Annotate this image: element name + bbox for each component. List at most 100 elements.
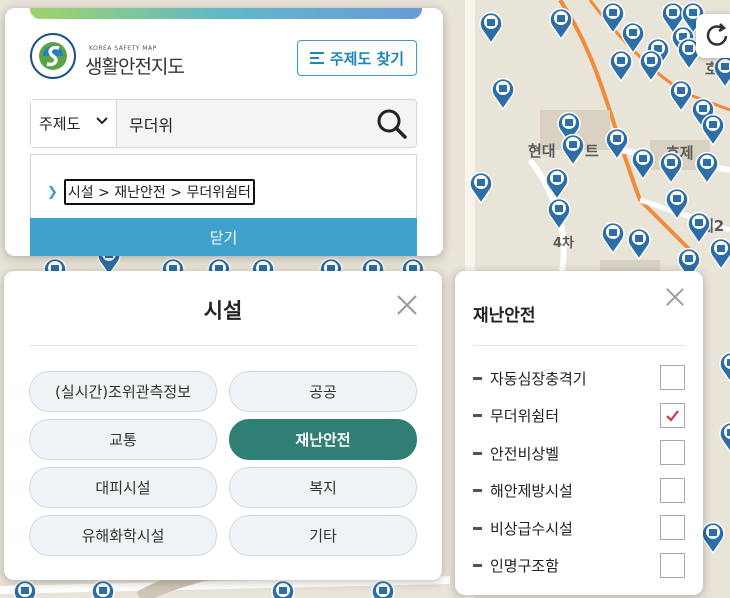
logo-english-text: KOREA SAFETY MAP (89, 45, 157, 52)
logo-korean-text: 생활안전지도 (85, 56, 185, 78)
map-marker-pin-icon[interactable] (700, 112, 726, 146)
chevron-down-icon (96, 117, 108, 125)
close-label: 닫기 (209, 228, 238, 247)
dash-icon (473, 564, 482, 567)
subcategory-label: 안전비상벨 (490, 444, 560, 463)
category-button-hazardous-chemical[interactable]: 유해화학시설 (29, 515, 217, 556)
subcategory-item[interactable]: 비상급수시설 (473, 515, 685, 541)
category-label: 유해화학시설 (81, 527, 165, 545)
search-button[interactable] (368, 100, 416, 147)
subcategory-panel-title: 재난안전 (473, 306, 536, 326)
theme-map-find-button[interactable]: 주제도 찾기 (297, 40, 417, 76)
category-panel: 시설 (실시간)조위관측정보 공공 교통 재난안전 대피시설 복지 유해화학시설… (4, 271, 442, 580)
category-label: 기타 (309, 527, 337, 545)
list-icon (309, 52, 324, 64)
category-label: 공공 (309, 383, 337, 401)
chevron-right-icon: ❯ (47, 184, 58, 200)
category-label: 재난안전 (295, 431, 351, 449)
subcategory-item[interactable]: 무더위쉼터 (473, 402, 685, 429)
subcategory-label: 인명구조함 (490, 557, 560, 575)
map-marker-pin-icon[interactable] (712, 54, 730, 88)
subcategory-label: 해안제방시설 (490, 482, 573, 500)
subcategory-label: 자동심장충격기 (490, 369, 587, 388)
search-result-path: 시설 > 재난안전 > 무더위쉼터 (63, 179, 255, 205)
map-marker-pin-icon[interactable] (694, 150, 720, 184)
dash-icon (473, 451, 482, 455)
search-icon (377, 109, 407, 139)
map-marker-pin-icon[interactable] (490, 76, 516, 110)
dash-icon (473, 376, 482, 380)
category-button-shelter[interactable]: 대피시설 (29, 467, 217, 508)
map-marker-pin-icon[interactable] (270, 578, 296, 598)
category-panel-title: 시설 (203, 299, 243, 323)
search-input[interactable]: 무더위 (117, 100, 368, 147)
subcategory-label: 비상급수시설 (490, 519, 573, 538)
subcategory-label: 무더위쉼터 (490, 407, 560, 425)
subcategory-checkbox[interactable] (660, 477, 685, 503)
close-icon[interactable] (665, 287, 685, 307)
search-type-select[interactable]: 주제도 (31, 100, 117, 147)
map-marker-pin-icon[interactable] (658, 150, 684, 184)
map-marker-pin-icon[interactable] (12, 578, 38, 598)
map-marker-pin-icon[interactable] (548, 6, 574, 40)
search-input-value: 무더위 (129, 115, 174, 135)
map-marker-pin-icon[interactable] (546, 196, 572, 230)
search-bar: 주제도 무더위 (30, 99, 417, 148)
map-marker-pin-icon[interactable] (90, 578, 116, 598)
map-marker-pin-icon[interactable] (638, 48, 664, 82)
category-button-other[interactable]: 기타 (229, 515, 417, 556)
map-marker-pin-icon[interactable] (630, 146, 656, 180)
subcategory-item[interactable]: 인명구조함 (473, 552, 685, 579)
search-result-item[interactable]: ❯ 시설 > 재난안전 > 무더위쉼터 (47, 179, 255, 205)
map-marker-pin-icon[interactable] (626, 226, 652, 260)
map-marker-pin-icon[interactable] (468, 170, 494, 204)
map-label: 4차 (553, 236, 575, 251)
close-icon[interactable] (396, 294, 418, 316)
category-button-traffic[interactable]: 교통 (29, 419, 217, 460)
korea-safety-map-logo (30, 33, 76, 79)
map-label: 트 (585, 142, 599, 160)
subcategory-item[interactable]: 자동심장충격기 (473, 365, 685, 391)
map-marker-pin-icon[interactable] (544, 166, 570, 200)
subcategory-checkbox[interactable] (660, 402, 685, 428)
category-button-realtime-tide[interactable]: (실시간)조위관측정보 (29, 371, 217, 412)
map-marker-pin-icon[interactable] (604, 126, 630, 160)
subcategory-item[interactable]: 해안제방시설 (473, 477, 685, 504)
refresh-button[interactable] (696, 14, 730, 58)
subcategory-panel: 재난안전 자동심장충격기무더위쉼터안전비상벨해안제방시설비상급수시설인명구조함 (455, 271, 703, 595)
category-label: (실시간)조위관측정보 (55, 383, 191, 401)
divider (473, 345, 685, 346)
map-marker-pin-icon[interactable] (600, 220, 626, 254)
panel-top-bar (30, 8, 422, 19)
close-button[interactable]: 닫기 (30, 218, 417, 256)
subcategory-checkbox[interactable] (660, 440, 685, 465)
subcategory-checkbox[interactable] (660, 515, 685, 540)
search-panel: KOREA SAFETY MAP 생활안전지도 주제도 찾기 주제도 무더위 ❯… (5, 8, 443, 256)
category-button-public[interactable]: 공공 (229, 371, 417, 412)
map-marker-pin-icon[interactable] (718, 350, 730, 384)
map-marker-pin-icon[interactable] (608, 48, 634, 82)
divider (29, 345, 417, 346)
map-label: 현대 (528, 142, 556, 160)
category-label: 복지 (309, 479, 337, 497)
map-marker-pin-icon[interactable] (370, 578, 396, 598)
map-marker-pin-icon[interactable] (560, 132, 586, 166)
refresh-icon (706, 23, 728, 46)
category-button-disaster-safety[interactable]: 재난안전 (229, 419, 417, 460)
dash-icon (473, 414, 482, 417)
subcategory-checkbox[interactable] (660, 365, 685, 390)
checkmark-icon (666, 409, 679, 422)
subcategory-item[interactable]: 안전비상벨 (473, 440, 685, 466)
search-type-value: 주제도 (39, 115, 81, 133)
map-marker-pin-icon[interactable] (708, 236, 730, 270)
category-label: 교통 (109, 431, 137, 449)
category-button-welfare[interactable]: 복지 (229, 467, 417, 508)
category-label: 대피시설 (95, 479, 151, 497)
dash-icon (473, 489, 482, 492)
theme-map-find-label: 주제도 찾기 (329, 49, 405, 68)
dash-icon (473, 526, 482, 530)
subcategory-checkbox[interactable] (660, 552, 685, 578)
map-marker-pin-icon[interactable] (478, 10, 504, 44)
map-marker-pin-icon[interactable] (700, 520, 726, 554)
map-marker-pin-icon[interactable] (718, 420, 730, 454)
